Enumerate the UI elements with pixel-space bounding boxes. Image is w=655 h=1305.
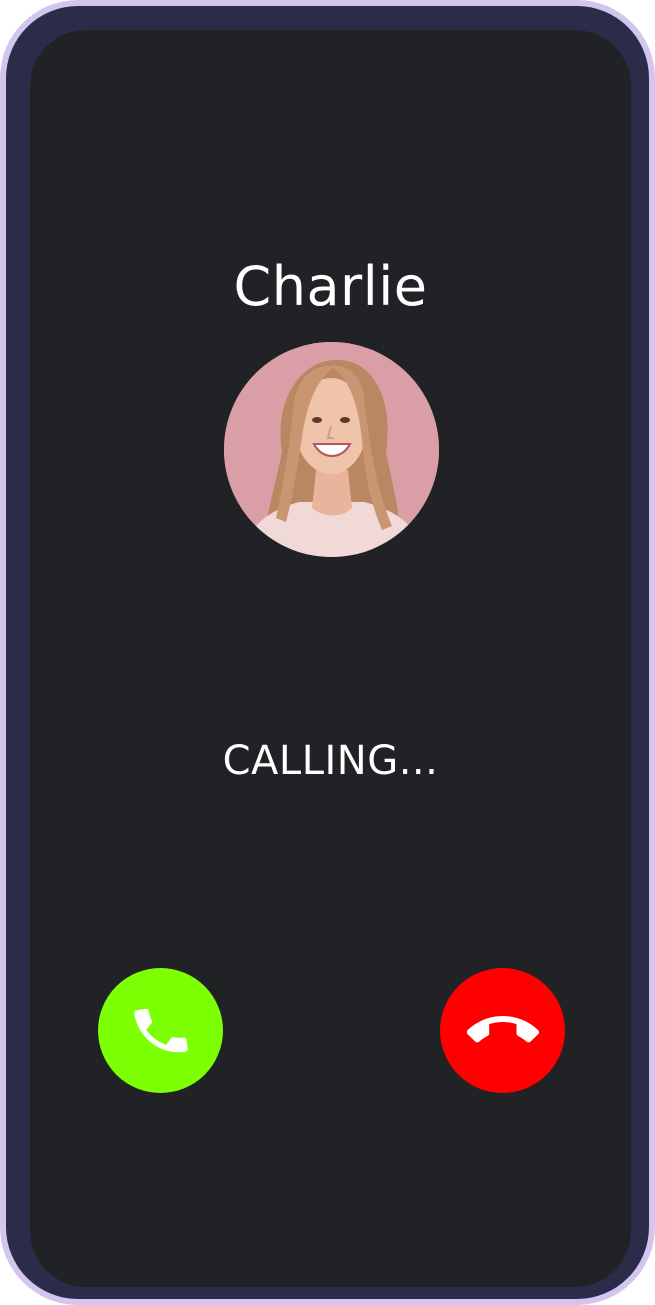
accept-call-button[interactable]: [98, 968, 223, 1093]
phone-hangup-icon: [466, 1015, 539, 1042]
call-screen: Charlie CALLING...: [30, 30, 631, 1287]
caller-avatar: [224, 342, 439, 557]
caller-name: Charlie: [233, 255, 428, 318]
caller-photo: [224, 342, 439, 557]
phone-bezel: Charlie CALLING...: [6, 6, 649, 1299]
phone-frame: Charlie CALLING...: [0, 0, 655, 1305]
phone-icon: [133, 1008, 188, 1052]
decline-call-button[interactable]: [440, 968, 565, 1093]
call-status: CALLING...: [222, 738, 439, 784]
